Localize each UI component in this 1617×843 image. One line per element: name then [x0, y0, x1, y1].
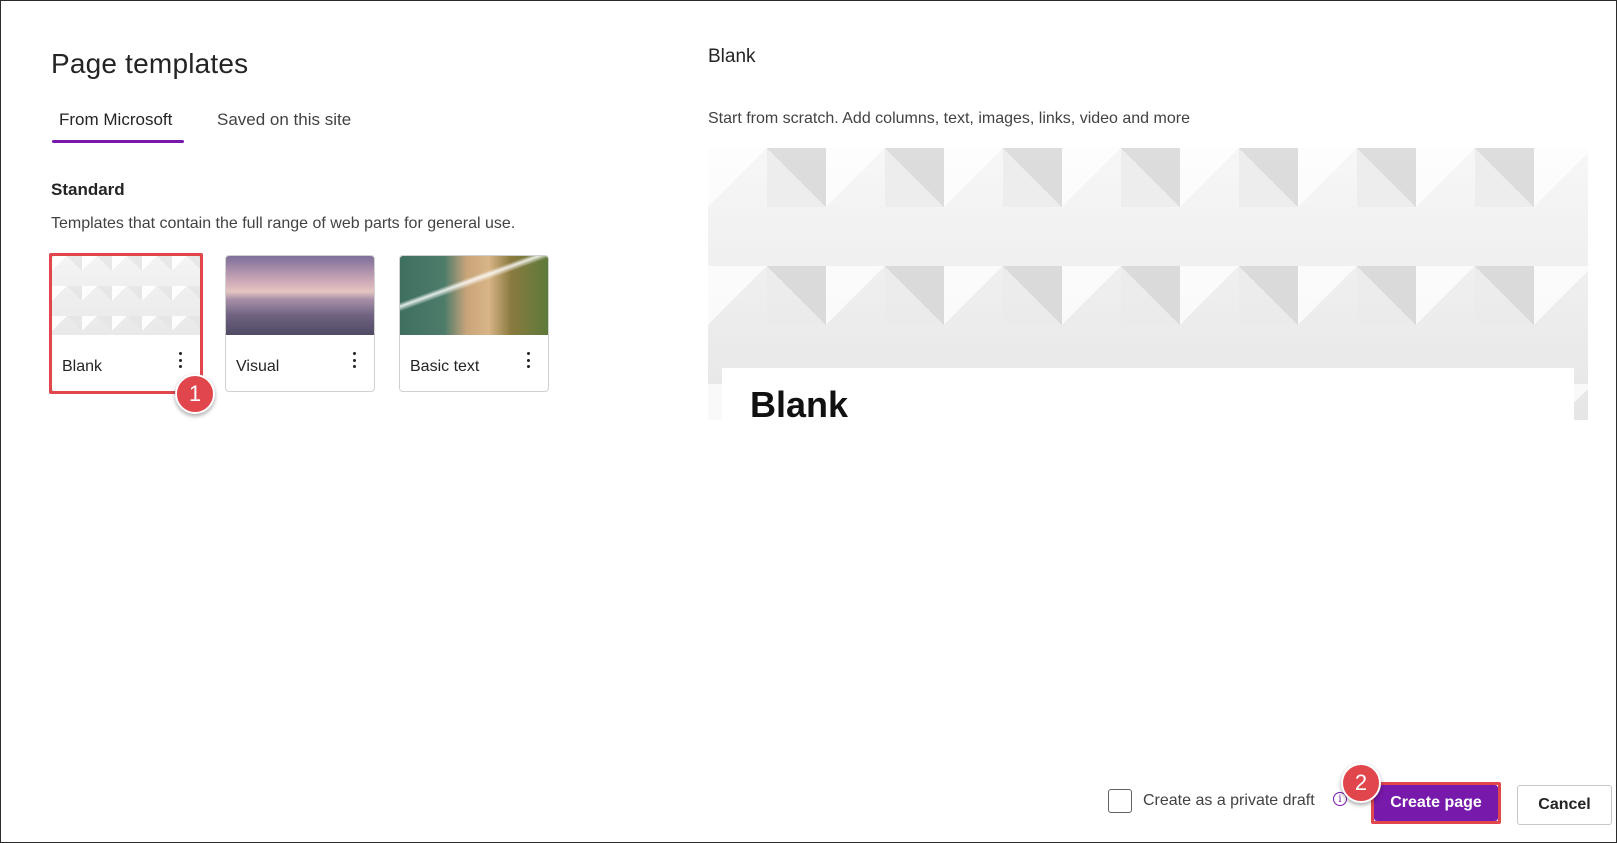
preview-title-area: Blank	[722, 368, 1574, 420]
section-heading: Standard	[51, 180, 125, 199]
private-draft-label: Create as a private draft	[1143, 792, 1315, 809]
template-thumbnail-blank	[52, 256, 200, 335]
step-badge-1: 1	[175, 374, 215, 414]
preview-title: Blank	[708, 46, 756, 67]
section-description: Templates that contain the full range of…	[51, 215, 516, 232]
preview-heading: Blank	[750, 384, 849, 420]
template-card-blank[interactable]: Blank	[51, 255, 201, 392]
cancel-button[interactable]: Cancel	[1517, 785, 1612, 825]
template-thumbnail-visual	[226, 256, 374, 335]
active-tab-indicator	[52, 140, 184, 143]
tab-from-microsoft[interactable]: From Microsoft	[59, 110, 172, 130]
step-badge-2: 2	[1341, 763, 1381, 803]
preview-description: Start from scratch. Add columns, text, i…	[708, 110, 1190, 127]
tab-saved-on-this-site[interactable]: Saved on this site	[217, 110, 351, 130]
create-page-button[interactable]: Create page	[1374, 785, 1498, 821]
template-thumbnail-basic-text	[400, 256, 548, 335]
template-card-basic-text[interactable]: Basic text	[399, 255, 549, 392]
template-card-visual[interactable]: Visual	[225, 255, 375, 392]
private-draft-checkbox[interactable]	[1108, 789, 1132, 813]
preview-image: Blank	[708, 148, 1588, 420]
template-label: Blank	[62, 358, 103, 375]
more-vertical-icon[interactable]	[174, 349, 186, 371]
more-vertical-icon[interactable]	[348, 349, 360, 371]
page-title: Page templates	[51, 48, 249, 79]
more-vertical-icon[interactable]	[522, 349, 534, 371]
template-label: Visual	[236, 358, 280, 375]
template-label: Basic text	[410, 358, 480, 375]
